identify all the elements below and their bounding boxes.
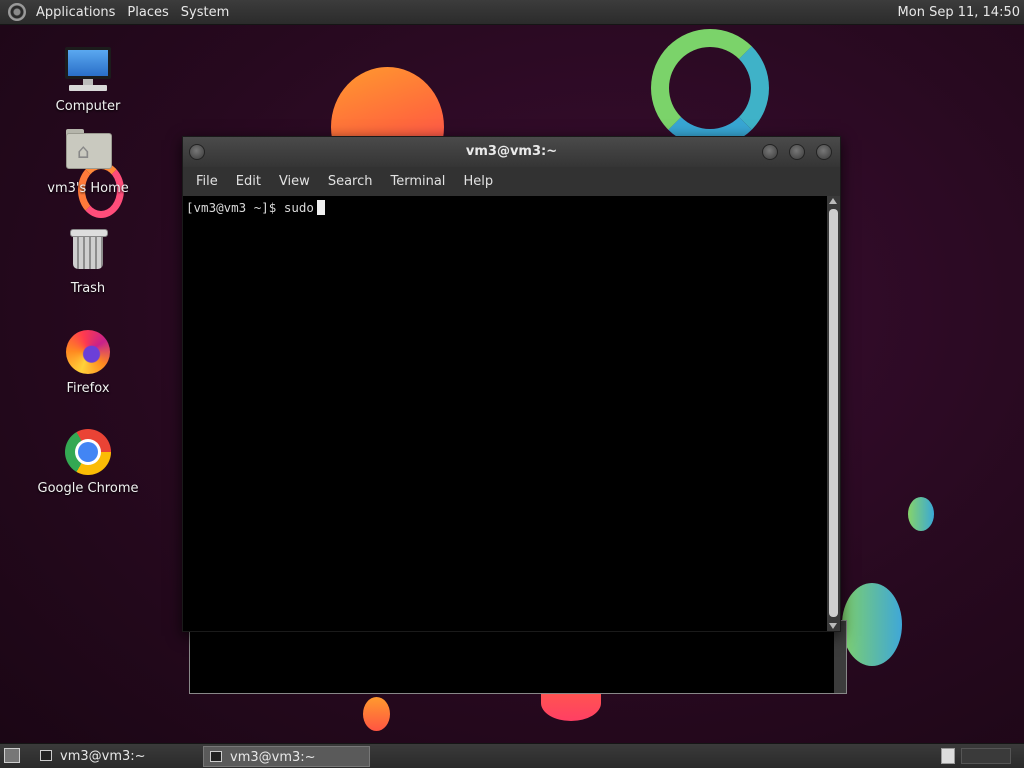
menu-view[interactable]: View <box>270 167 319 196</box>
menu-edit[interactable]: Edit <box>227 167 270 196</box>
desktop-icon-label: Google Chrome <box>37 481 139 496</box>
command-text: [vm3@vm3 ~]$ sudo <box>186 200 314 215</box>
clock[interactable]: Mon Sep 11, 14:50 <box>898 0 1020 25</box>
desktop-icon-chrome[interactable]: Google Chrome <box>33 427 143 496</box>
system-menu[interactable]: System <box>175 0 235 25</box>
bottom-panel: vm3@vm3:~ vm3@vm3:~ <box>0 743 1024 768</box>
terminal-icon <box>40 750 52 761</box>
terminal-window[interactable]: vm3@vm3:~ File Edit View Search Terminal… <box>182 136 841 632</box>
scroll-down-arrow-icon[interactable] <box>829 623 837 629</box>
firefox-icon <box>63 327 113 377</box>
terminal-output[interactable]: [vm3@vm3 ~]$ sudo <box>183 196 827 631</box>
wallpaper-shape <box>363 697 390 731</box>
trash-icon <box>63 227 113 277</box>
scroll-thumb[interactable] <box>829 209 838 617</box>
minimize-button[interactable] <box>762 144 778 160</box>
taskbar-button-label: vm3@vm3:~ <box>230 750 316 765</box>
distro-logo-icon[interactable] <box>8 3 26 21</box>
prompt-line: [vm3@vm3 ~]$ sudo <box>186 200 325 215</box>
places-menu[interactable]: Places <box>121 0 174 25</box>
wallpaper-shape <box>651 29 769 147</box>
show-desktop-icon[interactable] <box>4 748 20 763</box>
workspace-2[interactable] <box>961 748 1011 764</box>
desktop-icon-trash[interactable]: Trash <box>33 227 143 296</box>
taskbar-button[interactable]: vm3@vm3:~ <box>34 746 200 767</box>
window-menu-button[interactable] <box>189 144 205 160</box>
terminal-menubar: File Edit View Search Terminal Help <box>183 167 840 196</box>
top-panel: Applications Places System Mon Sep 11, 1… <box>0 0 1024 25</box>
workspace-switcher[interactable] <box>941 748 955 764</box>
wallpaper-shape <box>842 583 902 666</box>
desktop-icon-computer[interactable]: Computer <box>33 45 143 114</box>
menu-search[interactable]: Search <box>319 167 382 196</box>
text-cursor <box>316 200 325 215</box>
home-folder-icon: ⌂ <box>63 127 113 177</box>
applications-menu[interactable]: Applications <box>30 0 121 25</box>
desktop-icon-label: Trash <box>70 281 106 296</box>
scroll-up-arrow-icon[interactable] <box>829 198 837 204</box>
window-title: vm3@vm3:~ <box>465 144 558 159</box>
scrollbar[interactable] <box>827 196 840 631</box>
terminal-icon <box>210 751 222 762</box>
desktop-icon-label: vm3's Home <box>47 181 129 196</box>
chrome-icon <box>63 427 113 477</box>
taskbar-button-active[interactable]: vm3@vm3:~ <box>203 746 370 767</box>
menu-file[interactable]: File <box>187 167 227 196</box>
desktop-icon-label: Firefox <box>66 381 110 396</box>
computer-icon <box>63 45 113 95</box>
desktop-icon-firefox[interactable]: Firefox <box>33 327 143 396</box>
menu-terminal[interactable]: Terminal <box>381 167 454 196</box>
window-titlebar[interactable]: vm3@vm3:~ <box>183 137 840 167</box>
desktop-icon-label: Computer <box>55 99 121 114</box>
taskbar-button-label: vm3@vm3:~ <box>60 749 146 764</box>
close-button[interactable] <box>816 144 832 160</box>
wallpaper-shape <box>908 497 934 531</box>
menu-help[interactable]: Help <box>454 167 502 196</box>
desktop-icon-home[interactable]: ⌂ vm3's Home <box>33 127 143 196</box>
maximize-button[interactable] <box>789 144 805 160</box>
